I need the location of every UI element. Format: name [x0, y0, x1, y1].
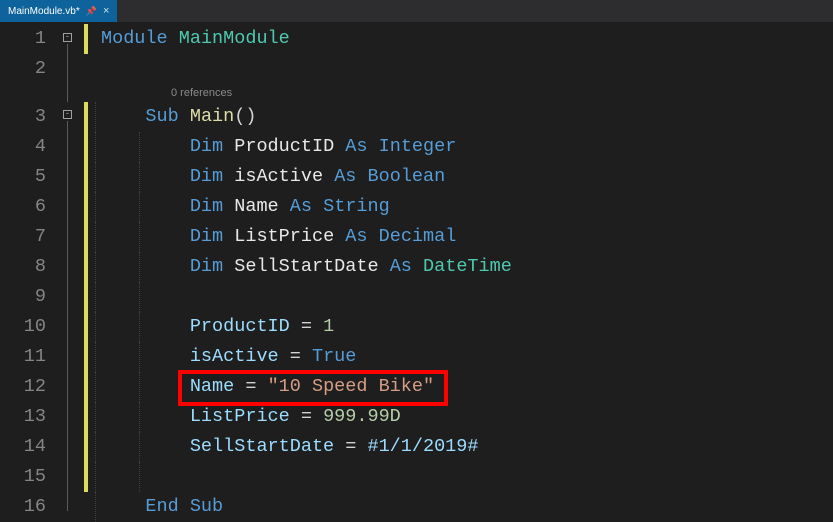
- code-line[interactable]: Dim ListPrice As Decimal: [95, 222, 833, 252]
- code-line[interactable]: Dim Name As String: [95, 192, 833, 222]
- fold-guide: [67, 121, 68, 511]
- code-line[interactable]: SellStartDate = #1/1/2019#: [95, 432, 833, 462]
- line-number: 6: [18, 192, 46, 222]
- code-line[interactable]: isActive = True: [95, 342, 833, 372]
- line-number: 10: [18, 312, 46, 342]
- line-number: 2: [18, 54, 46, 84]
- fold-icon[interactable]: -: [63, 110, 72, 119]
- line-number: 12: [18, 372, 46, 402]
- codelens-gutter-spacer: [18, 84, 46, 102]
- codelens-references[interactable]: 0 references: [95, 84, 833, 102]
- close-icon[interactable]: ×: [103, 5, 109, 17]
- line-number: 3: [18, 102, 46, 132]
- code-line[interactable]: Module MainModule: [95, 24, 833, 54]
- change-marker: [84, 102, 88, 492]
- tab-bar: MainModule.vb* 📌 ×: [0, 0, 833, 22]
- line-number: 1: [18, 24, 46, 54]
- code-line[interactable]: [95, 462, 833, 492]
- code-line[interactable]: ListPrice = 999.99D: [95, 402, 833, 432]
- code-content-area[interactable]: - - Module MainModule 0 references Sub M…: [60, 22, 833, 508]
- code-line[interactable]: [95, 282, 833, 312]
- line-number: 15: [18, 462, 46, 492]
- code-line[interactable]: Dim isActive As Boolean: [95, 162, 833, 192]
- active-tab[interactable]: MainModule.vb* 📌 ×: [0, 0, 117, 22]
- code-editor[interactable]: 1 2 3 4 5 6 7 8 9 10 11 12 13 14 15 16 -…: [0, 22, 833, 508]
- line-number: 7: [18, 222, 46, 252]
- line-number: 5: [18, 162, 46, 192]
- code-line[interactable]: Dim SellStartDate As DateTime: [95, 252, 833, 282]
- pin-icon[interactable]: 📌: [86, 6, 97, 17]
- code-lines: Module MainModule 0 references Sub Main(…: [95, 24, 833, 522]
- line-number: 9: [18, 282, 46, 312]
- line-number: 16: [18, 492, 46, 522]
- code-line[interactable]: [95, 54, 833, 84]
- change-marker: [84, 24, 88, 54]
- line-number: 8: [18, 252, 46, 282]
- fold-icon[interactable]: -: [63, 33, 72, 42]
- line-number: 13: [18, 402, 46, 432]
- code-line[interactable]: Sub Main(): [95, 102, 833, 132]
- fold-guide: [67, 44, 68, 102]
- code-line[interactable]: Dim ProductID As Integer: [95, 132, 833, 162]
- tab-title: MainModule.vb*: [8, 6, 80, 17]
- line-number-gutter: 1 2 3 4 5 6 7 8 9 10 11 12 13 14 15 16: [0, 22, 60, 508]
- line-number: 11: [18, 342, 46, 372]
- line-number: 4: [18, 132, 46, 162]
- line-number: 14: [18, 432, 46, 462]
- code-line[interactable]: Name = "10 Speed Bike": [95, 372, 833, 402]
- code-line[interactable]: End Sub: [95, 492, 833, 522]
- code-line[interactable]: ProductID = 1: [95, 312, 833, 342]
